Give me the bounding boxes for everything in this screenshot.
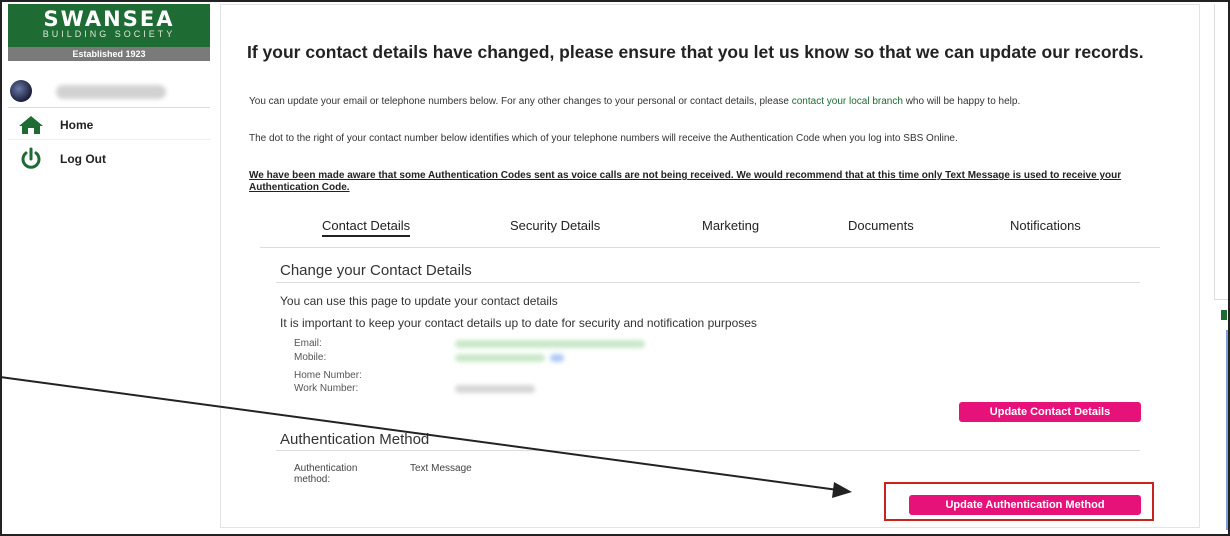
dot-explanation-paragraph: The dot to the right of your contact num…: [249, 133, 958, 144]
sidebar-item-label: Home: [60, 117, 94, 132]
right-edge-marker: [1221, 310, 1227, 320]
power-icon: [16, 147, 46, 171]
username-redacted: [56, 85, 166, 99]
intro-text-before: You can update your email or telephone n…: [249, 96, 792, 107]
intro-paragraph: You can update your email or telephone n…: [249, 96, 1169, 108]
brand-logo[interactable]: SWANSEA BUILDING SOCIETY Established 192…: [8, 4, 210, 61]
brand-established: Established 1923: [8, 47, 210, 61]
brand-subtitle: BUILDING SOCIETY: [42, 29, 176, 39]
user-profile-row: [8, 74, 210, 108]
right-edge-line: [1226, 330, 1228, 530]
tab-documents[interactable]: Documents: [848, 218, 914, 233]
right-scroll-strip: [1214, 4, 1228, 300]
tab-marketing[interactable]: Marketing: [702, 218, 759, 233]
sidebar: SWANSEA BUILDING SOCIETY Established 192…: [8, 4, 210, 532]
tab-bar: Contact Details Security Details Marketi…: [260, 214, 1160, 248]
mobile-value-redacted: [455, 354, 545, 362]
sidebar-item-home[interactable]: Home: [8, 110, 210, 140]
email-label: Email:: [294, 338, 322, 349]
sidebar-item-label: Log Out: [60, 152, 106, 166]
brand-name: SWANSEA: [43, 7, 175, 31]
contact-section-title: Change your Contact Details: [280, 262, 472, 279]
email-value-redacted: [455, 340, 645, 348]
tab-notifications[interactable]: Notifications: [1010, 218, 1081, 233]
sidebar-item-logout[interactable]: Log Out: [8, 144, 210, 174]
tab-contact-details[interactable]: Contact Details: [322, 218, 411, 237]
tab-security-details[interactable]: Security Details: [510, 218, 600, 233]
contact-importance-text: It is important to keep your contact det…: [280, 316, 757, 330]
section-divider: [276, 282, 1140, 283]
page-title: If your contact details have changed, pl…: [247, 42, 1144, 62]
auth-section-title: Authentication Method: [280, 431, 430, 448]
auth-method-label: Authentication method:: [294, 463, 358, 485]
home-number-label: Home Number:: [294, 370, 362, 381]
intro-text-after: who will be happy to help.: [905, 96, 1021, 107]
update-authentication-method-button[interactable]: Update Authentication Method: [909, 495, 1141, 515]
work-number-label: Work Number:: [294, 383, 359, 394]
section-divider: [276, 450, 1140, 451]
contact-info-text: You can use this page to update your con…: [280, 294, 558, 308]
mobile-label: Mobile:: [294, 352, 327, 363]
work-number-value-redacted: [455, 385, 535, 393]
mobile-auth-dot: [550, 354, 564, 362]
auth-method-value: Text Message: [410, 463, 472, 474]
contact-branch-link[interactable]: contact your local branch: [792, 96, 906, 107]
update-contact-details-button[interactable]: Update Contact Details: [959, 402, 1141, 422]
home-icon: [16, 113, 46, 137]
voice-call-warning: We have been made aware that some Authen…: [249, 170, 1122, 193]
avatar: [10, 80, 32, 102]
